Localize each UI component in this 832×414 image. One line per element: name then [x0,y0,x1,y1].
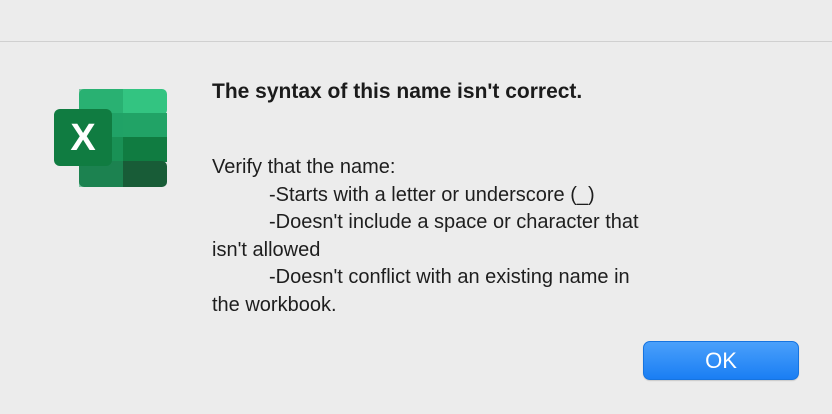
message-line: -Doesn't include a space or character th… [269,211,639,233]
message-line: isn't allowed [212,238,321,261]
message-line: -Doesn't conflict with an existing name … [269,266,630,288]
alert-dialog: X The syntax of this name isn't correct.… [0,0,832,414]
dialog-title: The syntax of this name isn't correct. [212,80,583,103]
excel-app-icon: X [54,89,167,187]
ok-button[interactable]: OK [643,341,799,380]
message-line: Verify that the name: [212,156,396,178]
dialog-message: Verify that the name: -Starts with a let… [212,154,732,319]
message-line: -Starts with a letter or underscore (_) [269,183,595,206]
dialog-title-bar [0,0,832,42]
message-line: the workbook. [212,293,337,316]
svg-text:X: X [70,117,96,159]
